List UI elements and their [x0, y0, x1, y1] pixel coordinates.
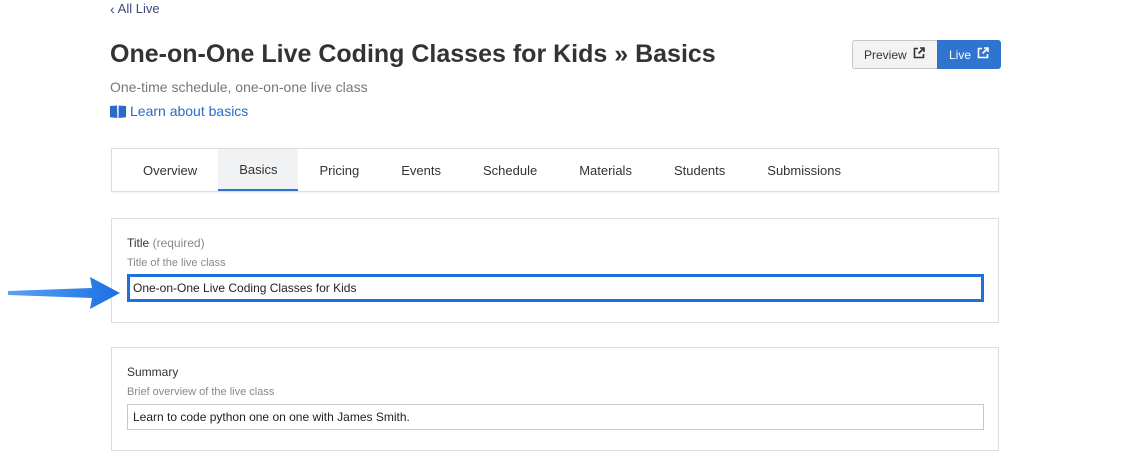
live-button-label: Live	[949, 47, 972, 62]
required-note: (required)	[152, 236, 205, 250]
title-field-help: Title of the live class	[127, 257, 226, 269]
title-field-label: Title (required)	[127, 236, 983, 250]
tab-materials[interactable]: Materials	[558, 149, 653, 191]
tab-submissions[interactable]: Submissions	[746, 149, 862, 191]
external-link-icon	[977, 47, 989, 62]
learn-about-basics-link[interactable]: Learn about basics	[110, 103, 248, 119]
tab-basics[interactable]: Basics	[218, 149, 299, 191]
title-label-text: Title	[127, 236, 150, 250]
tab-overview[interactable]: Overview	[122, 149, 218, 191]
back-link-all-live[interactable]: ‹ All Live	[110, 1, 160, 16]
chevron-left-icon: ‹	[110, 0, 115, 17]
tab-schedule[interactable]: Schedule	[462, 149, 558, 191]
page-subtitle: One-time schedule, one-on-one live class	[110, 79, 368, 95]
page-title: One-on-One Live Coding Classes for Kids …	[110, 40, 716, 68]
preview-button-label: Preview	[864, 47, 907, 62]
arrow-right-icon	[6, 276, 122, 315]
live-button[interactable]: Live	[937, 40, 1001, 69]
tab-events[interactable]: Events	[380, 149, 462, 191]
external-link-icon	[913, 47, 925, 62]
title-field-panel: Title (required) Title of the live class	[111, 218, 999, 323]
tab-students[interactable]: Students	[653, 149, 746, 191]
title-input[interactable]	[127, 274, 984, 302]
preview-button[interactable]: Preview	[852, 40, 937, 69]
book-open-icon	[110, 105, 126, 118]
back-link-label: All Live	[117, 1, 160, 16]
summary-field-label: Summary	[127, 365, 179, 379]
learn-link-label: Learn about basics	[130, 103, 249, 119]
section-tabs: Overview Basics Pricing Events Schedule …	[111, 148, 999, 192]
view-button-group: Preview Live	[852, 40, 1001, 69]
summary-field-panel: Summary Brief overview of the live class	[111, 347, 999, 451]
summary-field-help: Brief overview of the live class	[127, 386, 275, 398]
summary-input[interactable]	[127, 404, 984, 430]
tab-pricing[interactable]: Pricing	[298, 149, 380, 191]
